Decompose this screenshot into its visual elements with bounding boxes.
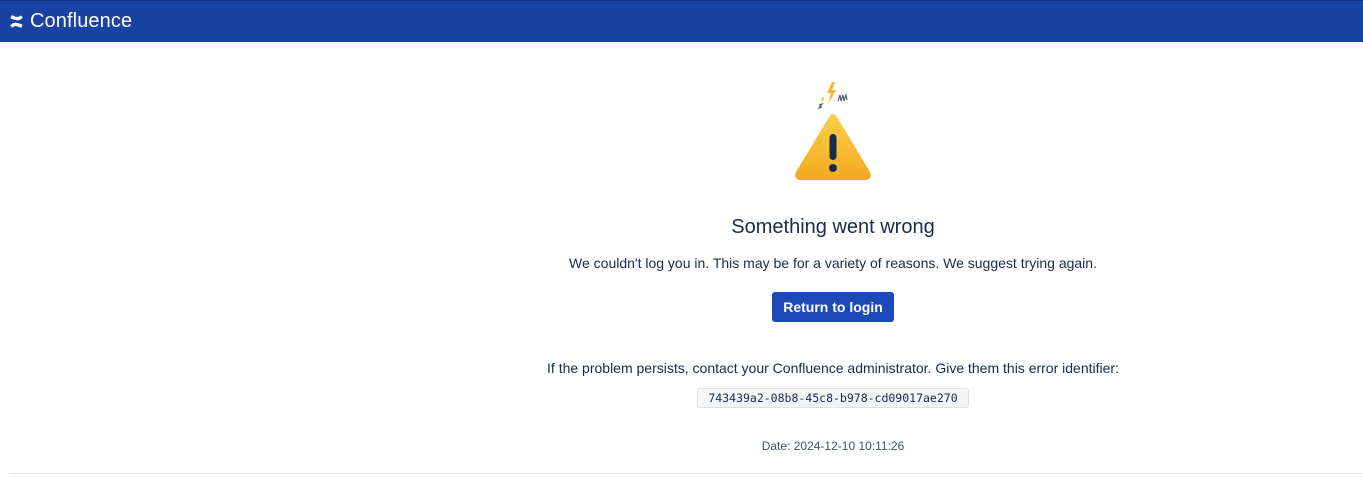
error-date: Date: 2024-12-10 10:11:26 <box>761 439 905 453</box>
return-to-login-button[interactable]: Return to login <box>772 292 894 322</box>
error-title: Something went wrong <box>731 216 935 238</box>
warning-triangle-icon <box>790 82 876 186</box>
brand-name: Confluence <box>30 10 133 32</box>
error-identifier: 743439a2-08b8-45c8-b978-cd09017ae270 <box>697 388 969 408</box>
confluence-logo-icon <box>9 14 24 29</box>
top-navigation-bar: Confluence <box>0 0 1363 42</box>
confluence-home-link[interactable]: Confluence <box>9 10 132 33</box>
footer-divider <box>9 473 1363 474</box>
persist-message: If the problem persists, contact your Co… <box>547 360 1119 376</box>
error-message: We couldn't log you in. This may be for … <box>569 255 1097 271</box>
error-page-content: Something went wrong We couldn't log you… <box>0 42 1363 477</box>
